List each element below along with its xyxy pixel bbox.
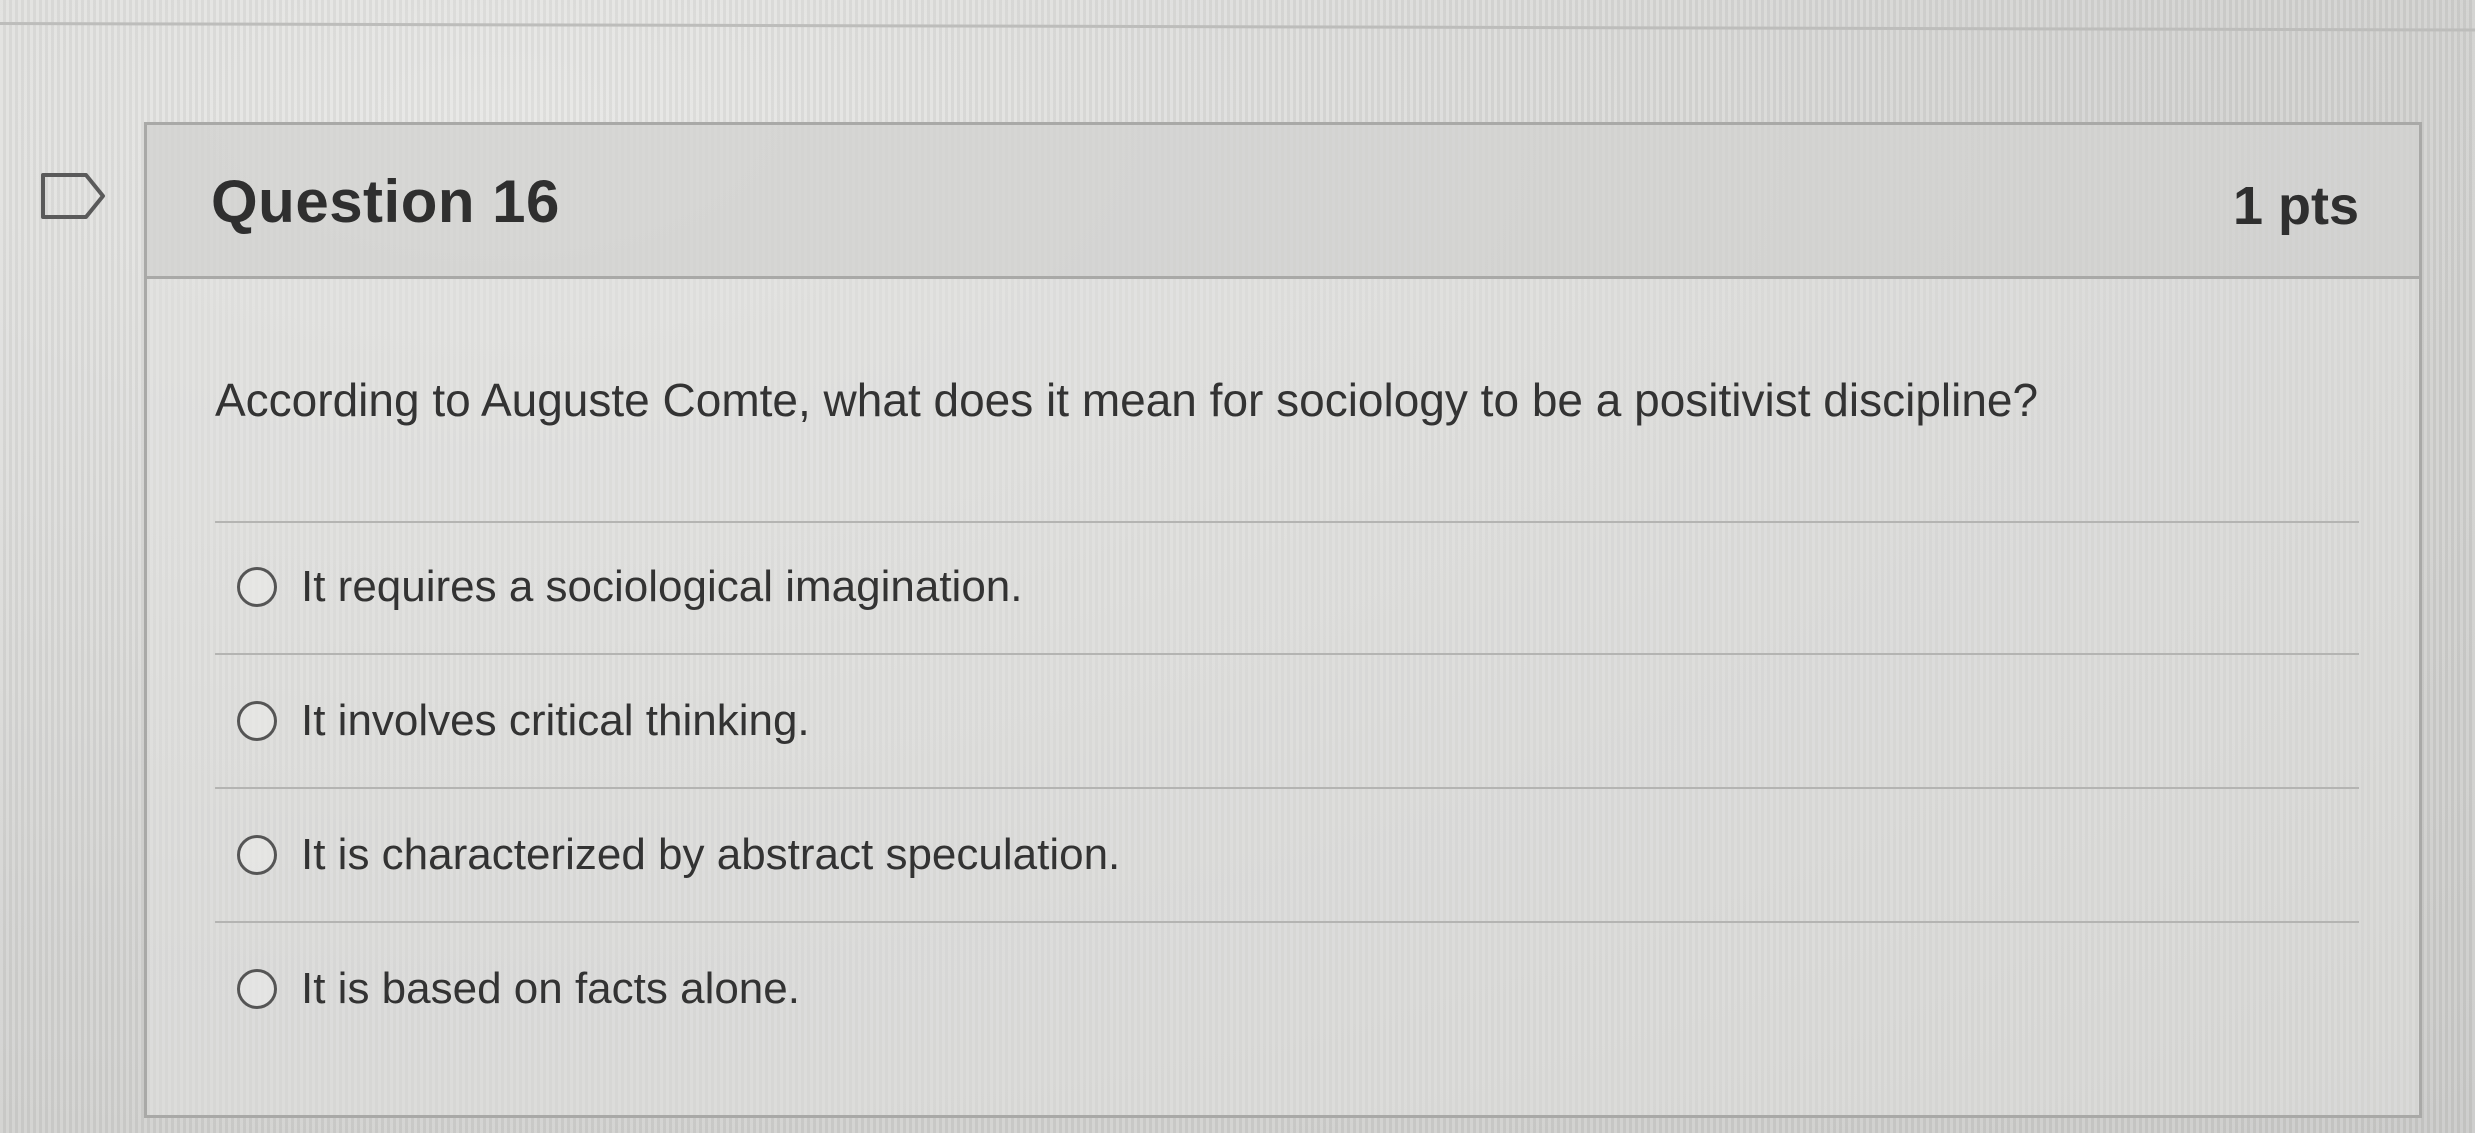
- answer-option-4[interactable]: It is based on facts alone.: [237, 959, 800, 1019]
- page-top-rule: [0, 22, 2475, 32]
- radio-unselected-icon[interactable]: [237, 835, 277, 875]
- flag-question-icon[interactable]: [40, 172, 106, 220]
- answer-option-3[interactable]: It is characterized by abstract speculat…: [237, 825, 1120, 885]
- radio-unselected-icon[interactable]: [237, 701, 277, 741]
- answer-option-2[interactable]: It involves critical thinking.: [237, 691, 810, 751]
- question-panel: Question 16 1 pts According to Auguste C…: [144, 122, 2422, 1118]
- radio-unselected-icon[interactable]: [237, 969, 277, 1009]
- question-header: Question 16 1 pts: [147, 125, 2419, 279]
- answer-label: It is characterized by abstract speculat…: [301, 830, 1121, 879]
- radio-unselected-icon[interactable]: [237, 567, 277, 607]
- answer-label: It requires a sociological imagination.: [301, 562, 1023, 611]
- answer-label: It involves critical thinking.: [301, 696, 810, 745]
- answer-label: It is based on facts alone.: [301, 964, 800, 1013]
- question-points: 1 pts: [2232, 176, 2359, 236]
- answer-divider: [215, 787, 2359, 789]
- answer-divider: [215, 921, 2359, 923]
- answer-option-1[interactable]: It requires a sociological imagination.: [237, 557, 1023, 617]
- question-title: Question 16: [211, 168, 560, 235]
- question-text: According to Auguste Comte, what does it…: [215, 374, 2039, 426]
- answer-divider: [215, 521, 2359, 523]
- answer-divider: [215, 653, 2359, 655]
